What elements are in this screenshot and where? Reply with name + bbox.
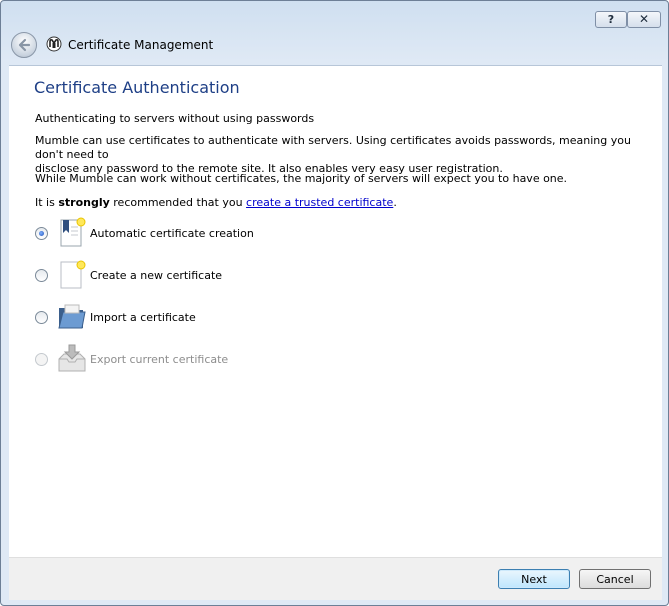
recommend-middle: recommended that you	[109, 196, 247, 209]
mumble-app-icon	[46, 36, 62, 52]
while-text: While Mumble can work without certificat…	[35, 172, 568, 185]
new-document-icon	[60, 260, 86, 289]
help-button[interactable]: ?	[595, 11, 627, 28]
export-icon	[58, 344, 86, 372]
recommend-strong: strongly	[58, 196, 110, 209]
close-button[interactable]: ✕	[627, 11, 661, 28]
auto-certificate-icon	[60, 217, 86, 247]
option-import-certificate[interactable]: Import a certificate	[35, 301, 335, 333]
page-subtitle: Authenticating to servers without using …	[35, 112, 315, 125]
intro-line-1: Mumble can use certificates to authentic…	[35, 134, 631, 161]
page-heading: Certificate Authentication	[34, 78, 240, 97]
window-title: Certificate Management	[68, 38, 214, 52]
wizard-window: ? ✕ Certificate Management Certificate A…	[0, 0, 669, 606]
recommend-suffix: .	[393, 196, 397, 209]
back-button[interactable]	[11, 32, 37, 58]
cancel-button[interactable]: Cancel	[579, 569, 651, 589]
option-label: Automatic certificate creation	[90, 227, 254, 240]
radio-create-new-certificate[interactable]	[35, 269, 48, 282]
recommend-text: It is strongly recommended that you crea…	[35, 196, 635, 210]
create-trusted-certificate-link[interactable]: create a trusted certificate	[246, 196, 393, 209]
wizard-page: Certificate Authentication Authenticatin…	[9, 65, 662, 558]
recommend-prefix: It is	[35, 196, 59, 209]
option-automatic-certificate[interactable]: Automatic certificate creation	[35, 217, 335, 249]
option-label: Export current certificate	[90, 353, 229, 366]
option-label: Import a certificate	[90, 311, 196, 324]
radio-import-certificate[interactable]	[35, 311, 48, 324]
intro-text: Mumble can use certificates to authentic…	[35, 134, 635, 176]
radio-export-certificate	[35, 353, 48, 366]
option-export-certificate: Export current certificate	[35, 343, 335, 375]
back-arrow-icon	[18, 38, 31, 52]
wizard-footer: Next Cancel	[9, 557, 662, 600]
option-create-new-certificate[interactable]: Create a new certificate	[35, 259, 335, 291]
option-label: Create a new certificate	[90, 269, 223, 282]
next-button[interactable]: Next	[498, 569, 570, 589]
radio-automatic-certificate[interactable]	[35, 227, 48, 240]
folder-icon	[58, 304, 86, 329]
